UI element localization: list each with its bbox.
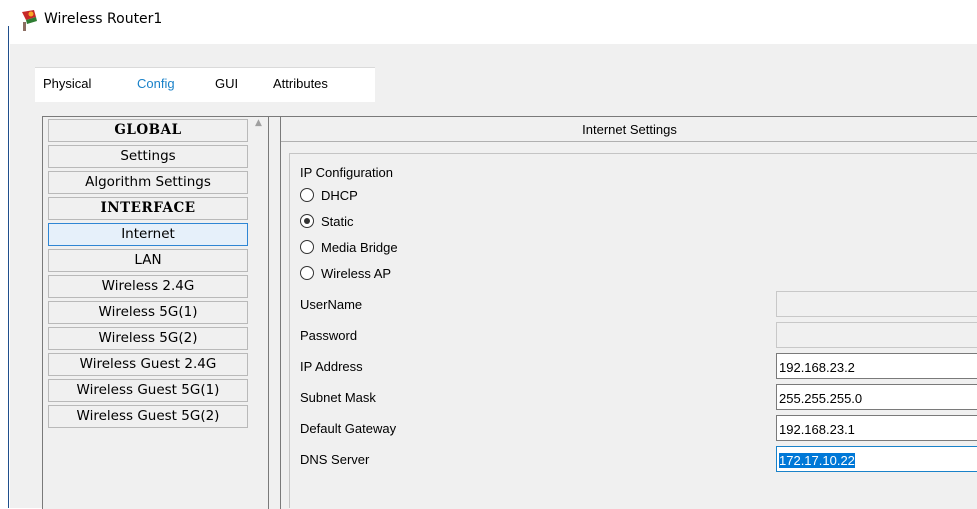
tab-gui[interactable]: GUI xyxy=(215,76,238,91)
config-content: GLOBAL Settings Algorithm Settings INTER… xyxy=(10,102,977,509)
default-gateway-label: Default Gateway xyxy=(300,421,397,436)
tab-physical[interactable]: Physical xyxy=(43,76,91,91)
dns-server-value: 172.17.10.22 xyxy=(779,453,855,468)
radio-media-bridge[interactable]: Media Bridge xyxy=(300,238,398,256)
sidebar-item-wireless-5g-1[interactable]: Wireless 5G(1) xyxy=(48,301,248,324)
window-edge xyxy=(8,26,9,508)
sidebar-item-algorithm-settings[interactable]: Algorithm Settings xyxy=(48,171,248,194)
ip-address-label: IP Address xyxy=(300,359,363,374)
radio-static-label: Static xyxy=(321,213,354,229)
radio-dhcp-indicator[interactable] xyxy=(300,188,314,202)
sidebar-item-internet[interactable]: Internet xyxy=(48,223,248,246)
sidebar-item-wireless-guest-5g-1[interactable]: Wireless Guest 5G(1) xyxy=(48,379,248,402)
radio-media-bridge-label: Media Bridge xyxy=(321,239,398,255)
title-bar: Wireless Router1 xyxy=(0,0,977,508)
tab-attributes[interactable]: Attributes xyxy=(273,76,328,91)
password-label: Password xyxy=(300,328,358,343)
username-label: UserName xyxy=(300,297,363,312)
dns-server-label: DNS Server xyxy=(300,452,370,467)
sidebar-divider xyxy=(268,117,269,509)
router-icon xyxy=(22,10,37,31)
sidebar-item-settings[interactable]: Settings xyxy=(48,145,248,168)
sidebar-item-wireless-guest-2-4g[interactable]: Wireless Guest 2.4G xyxy=(48,353,248,376)
username-field[interactable] xyxy=(776,291,977,317)
sidebar-item-lan[interactable]: LAN xyxy=(48,249,248,272)
radio-wireless-ap-indicator[interactable] xyxy=(300,266,314,280)
window-title: Wireless Router1 xyxy=(44,11,163,27)
radio-dhcp-label: DHCP xyxy=(321,187,358,203)
internet-settings-panel: Internet Settings IP Configuration DHCP … xyxy=(280,116,977,509)
default-gateway-field[interactable]: 192.168.23.1 xyxy=(776,415,977,441)
subnet-mask-field[interactable]: 255.255.255.0 xyxy=(776,384,977,410)
radio-static-indicator[interactable] xyxy=(300,214,314,228)
scroll-up-icon[interactable]: ▲ xyxy=(255,118,262,128)
sidebar-list: GLOBAL Settings Algorithm Settings INTER… xyxy=(45,119,265,431)
sidebar-item-wireless-5g-2[interactable]: Wireless 5G(2) xyxy=(48,327,248,350)
radio-media-bridge-indicator[interactable] xyxy=(300,240,314,254)
tab-strip: Physical Config GUI Attributes xyxy=(10,44,977,108)
dns-server-field[interactable]: 172.17.10.22 xyxy=(776,446,977,472)
sidebar-header-interface: INTERFACE xyxy=(48,197,248,220)
config-sidebar: GLOBAL Settings Algorithm Settings INTER… xyxy=(42,116,282,509)
radio-wireless-ap[interactable]: Wireless AP xyxy=(300,264,391,282)
subnet-mask-label: Subnet Mask xyxy=(300,390,376,405)
ip-address-field[interactable]: 192.168.23.2 xyxy=(776,353,977,379)
sidebar-item-wireless-guest-5g-2[interactable]: Wireless Guest 5G(2) xyxy=(48,405,248,428)
radio-dhcp[interactable]: DHCP xyxy=(300,186,358,204)
radio-static[interactable]: Static xyxy=(300,212,354,230)
radio-wireless-ap-label: Wireless AP xyxy=(321,265,392,281)
ip-configuration-label: IP Configuration xyxy=(300,165,393,180)
tab-config[interactable]: Config xyxy=(137,76,175,91)
panel-title: Internet Settings xyxy=(281,117,977,142)
password-field[interactable] xyxy=(776,322,977,348)
sidebar-header-global: GLOBAL xyxy=(48,119,248,142)
sidebar-scrollbar[interactable]: ▲ xyxy=(252,117,268,509)
settings-form: IP Configuration DHCP Static Media Bridg… xyxy=(289,153,977,508)
sidebar-item-wireless-2-4g[interactable]: Wireless 2.4G xyxy=(48,275,248,298)
